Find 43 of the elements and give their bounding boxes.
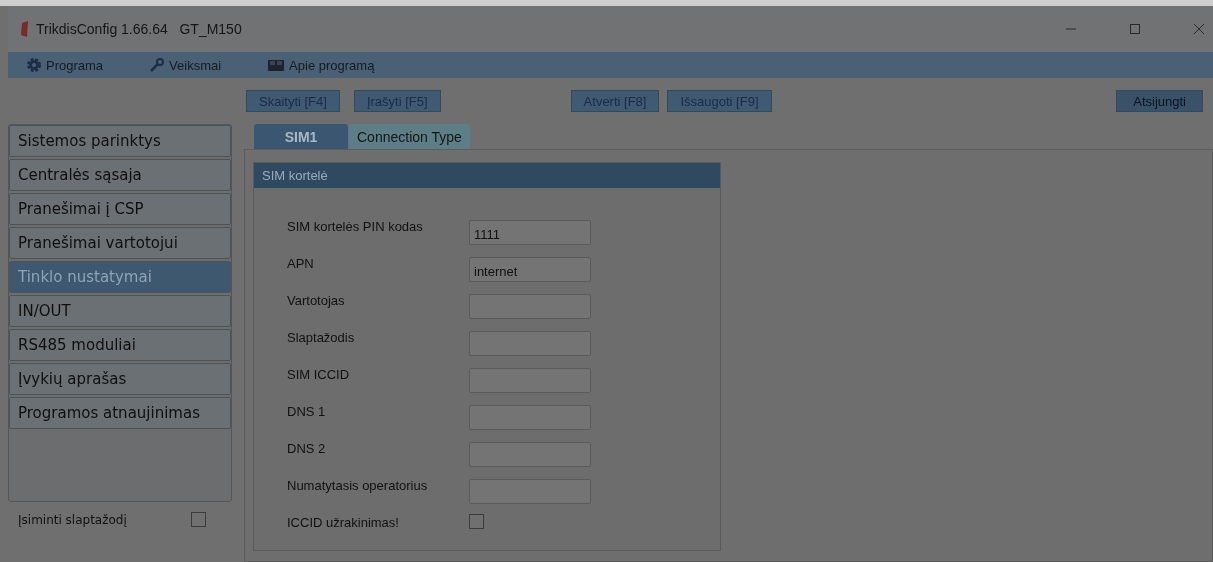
- menu-item[interactable]: Veiksmai: [169, 57, 222, 73]
- input-field[interactable]: 1111: [469, 220, 591, 245]
- gear-icon: [26, 57, 42, 73]
- field-label: ICCID užrakinimas!: [287, 514, 400, 530]
- wrench-icon: [149, 57, 166, 73]
- sidebar-item[interactable]: Programos atnaujinimas: [9, 397, 231, 429]
- input-field[interactable]: [469, 405, 591, 430]
- input-field[interactable]: [469, 368, 591, 393]
- sidebar-item[interactable]: Tinklo nustatymai: [9, 261, 231, 293]
- close-icon[interactable]: [1193, 23, 1205, 35]
- field-label: Vartotojas: [287, 292, 346, 308]
- group-header: SIM kortelė: [254, 163, 720, 188]
- sidebar-item[interactable]: Įvykių aprašas: [9, 363, 231, 395]
- field-label: APN: [287, 255, 315, 271]
- sidebar-item[interactable]: RS485 moduliai: [9, 329, 231, 361]
- sidebar-item[interactable]: Sistemos parinktys: [9, 125, 231, 157]
- field-label: DNS 2: [287, 440, 327, 456]
- field-label: Numatytasis operatorius: [287, 477, 429, 493]
- checkbox[interactable]: [191, 512, 206, 527]
- input-field[interactable]: [469, 331, 591, 356]
- menu-item[interactable]: Apie programą: [289, 57, 375, 73]
- input-field[interactable]: internet: [469, 257, 591, 282]
- input-field[interactable]: [469, 479, 591, 504]
- sidebar-item[interactable]: Pranešimai į CSP: [9, 193, 231, 225]
- menu-item[interactable]: Programa: [46, 57, 104, 73]
- tab[interactable]: Connection Type: [349, 124, 470, 149]
- maximize-icon[interactable]: [1129, 23, 1141, 35]
- field-label: DNS 1: [287, 403, 327, 419]
- book-icon: [267, 58, 286, 72]
- field-label: Slaptažodis: [287, 329, 356, 345]
- checkbox[interactable]: [469, 514, 484, 529]
- sidebar-item[interactable]: IN/OUT: [9, 295, 231, 327]
- input-field[interactable]: [469, 294, 591, 319]
- app-logo-icon: [20, 21, 30, 37]
- field-label: SIM kortelės PIN kodas: [287, 218, 424, 234]
- field-label: SIM ICCID: [287, 366, 351, 382]
- input-field[interactable]: [469, 442, 591, 467]
- tab[interactable]: SIM1: [254, 124, 348, 149]
- toolbar-button[interactable]: Atsijungti: [1116, 90, 1203, 112]
- option-label: Įsiminti slaptažodį: [18, 512, 127, 527]
- sidebar-item[interactable]: Pranešimai vartotojui: [9, 227, 231, 259]
- window-title: TrikdisConfig 1.66.64 GT_M150: [36, 21, 242, 37]
- sidebar-item[interactable]: Centralės sąsaja: [9, 159, 231, 191]
